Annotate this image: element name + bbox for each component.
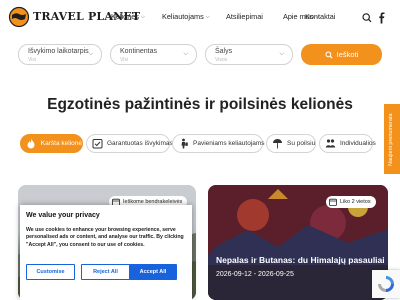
tour-badge-label: Liko 2 vietos [340,199,371,205]
chevron-down-icon: ⌵ [88,51,93,57]
search-button[interactable]: Ieškoti [301,44,382,65]
countries-select[interactable]: Šalys Visos ⌵ [205,44,293,65]
recaptcha-badge[interactable] [372,270,400,298]
logo[interactable]: TRAVEL PLANET [8,6,140,28]
field-value: Visi [28,57,36,63]
calendar-icon [329,198,337,206]
accept-all-button[interactable]: Accept All [129,264,177,280]
pill-label: Pavieniams keliautojams [193,140,265,147]
site-header: TRAVEL PLANET Kelionės ⌵ Keliautojams ⌵ At… [0,0,400,36]
pill-label: Karšta kelionė [40,140,82,147]
nav-item-keliones[interactable]: Kelionės ⌵ [111,12,145,21]
field-label: Išvykimo laikotarpis [28,48,89,55]
pill-label: Individualios [340,140,376,147]
nav-label: Kontaktai [305,12,336,21]
pill-solo-travelers[interactable]: Pavieniams keliautojams [172,134,265,153]
chevron-down-icon: ⌵ [141,13,145,20]
solo-traveler-icon [178,138,189,149]
newsletter-side-tab[interactable]: Naujieni prenumerata [384,104,400,174]
facebook-icon[interactable] [377,11,387,24]
cookie-title: We value your privacy [26,212,100,219]
departure-period-select[interactable]: Išvykimo laikotarpis Visi ⌵ [18,44,102,65]
tour-badge: Liko 2 vietos [326,196,376,208]
search-bar: Išvykimo laikotarpis Visi ⌵ Kontinentas … [0,44,400,68]
chevron-down-icon: ⌵ [279,51,284,57]
field-label: Šalys [215,48,233,55]
nav-label: Atsiliepimai [226,12,263,21]
beach-umbrella-icon [272,138,283,149]
fire-icon [26,138,37,149]
newsletter-tab-label: Naujieni prenumerata [388,113,394,166]
recaptcha-icon [378,276,394,292]
pill-with-rest[interactable]: Su poilsiu [266,134,316,153]
page: TRAVEL PLANET Kelionės ⌵ Keliautojams ⌵ At… [0,0,400,300]
pill-guaranteed-departure[interactable]: Garantuotas išvykimas [86,134,173,153]
search-icon [325,50,333,59]
cookie-body: We use cookies to enhance your browsing … [26,227,184,248]
pill-label: Garantuotas išvykimas [107,140,173,147]
page-title: Egzotinės pažintinės ir poilsinės kelion… [47,96,353,113]
tour-title: Nepalas ir Butanas: du Himalajų pasaulia… [216,255,385,265]
field-label: Kontinentas [120,48,157,55]
continent-select[interactable]: Kontinentas Visi ⌵ [110,44,197,65]
guarantee-icon [92,138,103,149]
tour-card[interactable]: Liko 2 vietos Nepalas ir Butanas: du Him… [208,185,388,300]
nav-label: Keliautojams [162,12,204,21]
customise-button[interactable]: Customise [26,264,75,280]
group-icon [325,138,336,149]
tour-dates: 2026-09-12 - 2026-09-25 [216,271,294,278]
pill-hot-trip[interactable]: Karšta kelionė [20,134,83,153]
filter-pills: Karšta kelionė Garantuotas išvykimas Pav… [0,134,400,154]
pill-label: Su poilsiu [287,140,316,147]
chevron-down-icon: ⌵ [183,51,188,57]
nav-item-keliautojams[interactable]: Keliautojams ⌵ [162,12,210,21]
nav-item-kontaktai[interactable]: Kontaktai [305,12,335,21]
cookie-consent-dialog: We value your privacy We use cookies to … [20,205,192,300]
field-value: Visos [215,57,228,63]
field-value: Visi [120,57,128,63]
globe-logo-icon [8,6,30,28]
reject-all-button[interactable]: Reject All [81,264,130,280]
search-icon[interactable] [362,11,372,23]
pill-individual[interactable]: Individualios [319,134,376,153]
nav-label: Kelionės [111,12,139,21]
chevron-down-icon: ⌵ [205,13,210,20]
search-button-label: Ieškoti [336,50,359,59]
nav-item-atsiliepimai[interactable]: Atsiliepimai [226,12,263,21]
